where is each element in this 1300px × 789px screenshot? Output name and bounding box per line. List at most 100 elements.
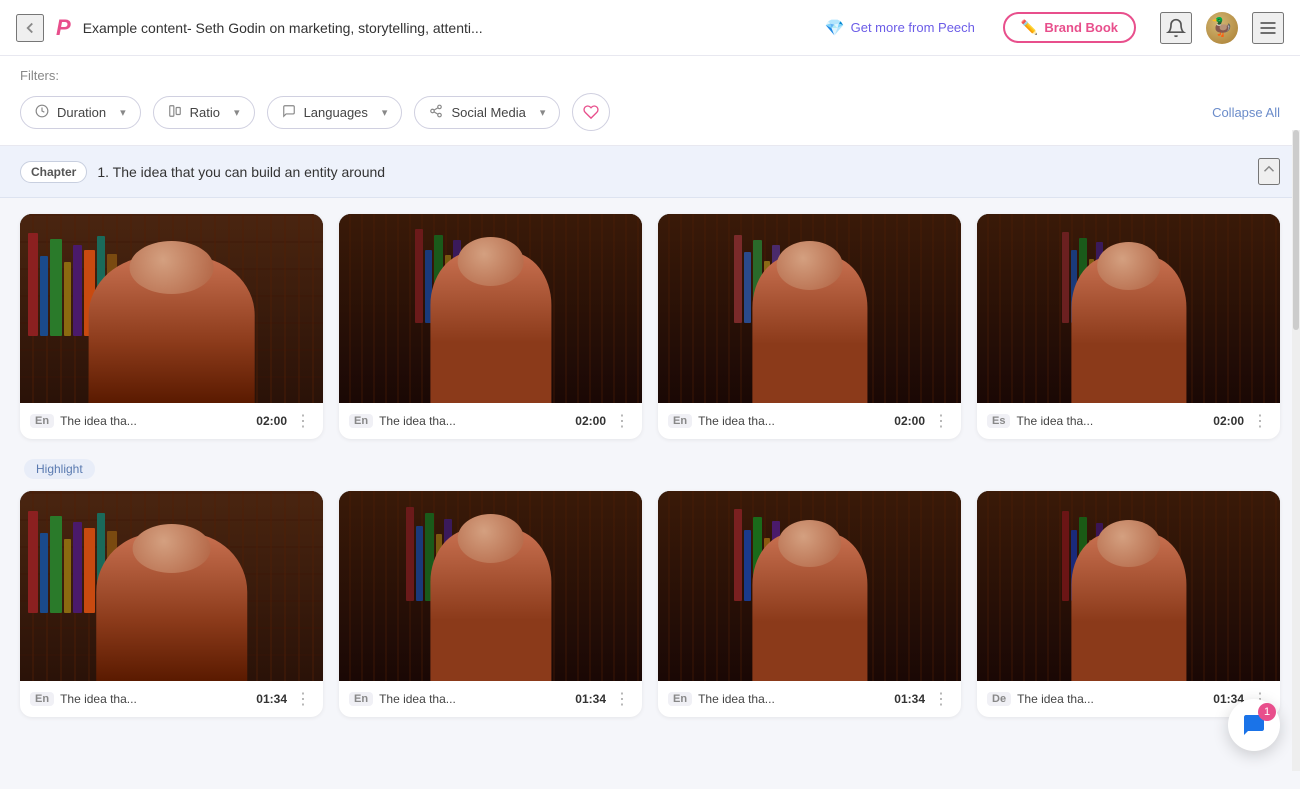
card-info: En The idea tha... 02:00 ⋮	[339, 403, 642, 439]
main-content: Chapter 1. The idea that you can build a…	[0, 146, 1300, 789]
video-card[interactable]: En The idea tha... 02:00 ⋮	[339, 214, 642, 439]
card-title: The idea tha...	[698, 692, 888, 706]
card-duration: 01:34	[575, 692, 606, 706]
card-language: En	[668, 692, 692, 706]
chapter-header: Chapter 1. The idea that you can build a…	[0, 146, 1300, 198]
card-duration: 02:00	[894, 414, 925, 428]
card-duration: 02:00	[256, 414, 287, 428]
video-card[interactable]: De The idea tha... 01:34 ⋮	[977, 491, 1280, 716]
scrollbar-thumb[interactable]	[1293, 130, 1299, 330]
card-info: En The idea tha... 01:34 ⋮	[339, 681, 642, 717]
video-card[interactable]: En The idea tha... 02:00 ⋮	[20, 214, 323, 439]
card-thumbnail	[658, 214, 961, 403]
card-info: En The idea tha... 01:34 ⋮	[20, 681, 323, 717]
card-title: The idea tha...	[379, 414, 569, 428]
card-title: The idea tha...	[379, 692, 569, 706]
chevron-down-icon: ▾	[540, 106, 546, 119]
filters-bar: Filters: Duration ▾ Ratio ▾	[0, 56, 1300, 146]
highlight-badge: Highlight	[24, 459, 95, 479]
ratio-filter[interactable]: Ratio ▾	[153, 96, 255, 129]
duration-label: Duration	[57, 105, 106, 120]
pencil-icon: ✏️	[1021, 19, 1038, 36]
card-info: En The idea tha... 01:34 ⋮	[658, 681, 961, 717]
ratio-label: Ratio	[190, 105, 220, 120]
filters-label: Filters:	[20, 68, 1280, 83]
card-language: En	[668, 414, 692, 428]
card-thumbnail	[658, 491, 961, 680]
card-language: En	[349, 692, 373, 706]
favorites-filter[interactable]	[572, 93, 610, 131]
header-icons: 🦆	[1160, 12, 1284, 44]
brand-book-label: Brand Book	[1044, 20, 1118, 35]
collapse-all-button[interactable]: Collapse All	[1212, 105, 1280, 120]
card-thumbnail	[20, 214, 323, 403]
card-menu-button[interactable]: ⋮	[931, 411, 951, 431]
share-icon	[429, 104, 443, 121]
notification-button[interactable]	[1160, 12, 1192, 44]
cards-section-highlight: En The idea tha... 01:34 ⋮	[0, 487, 1300, 732]
ratio-icon	[168, 104, 182, 121]
video-card[interactable]: Es The idea tha... 02:00 ⋮	[977, 214, 1280, 439]
card-language: En	[349, 414, 373, 428]
card-info: En The idea tha... 02:00 ⋮	[20, 403, 323, 439]
card-menu-button[interactable]: ⋮	[612, 411, 632, 431]
page-title: Example content- Seth Godin on marketing…	[83, 20, 813, 36]
diamond-icon: 💎	[825, 18, 845, 38]
avatar[interactable]: 🦆	[1206, 12, 1238, 44]
card-thumbnail	[339, 214, 642, 403]
card-thumbnail	[20, 491, 323, 680]
clock-icon	[35, 104, 49, 121]
card-menu-button[interactable]: ⋮	[1250, 411, 1270, 431]
speech-icon	[282, 104, 296, 121]
card-menu-button[interactable]: ⋮	[931, 689, 951, 709]
card-title: The idea tha...	[60, 414, 250, 428]
card-title: The idea tha...	[1016, 414, 1207, 428]
chapter-title: 1. The idea that you can build an entity…	[97, 164, 1248, 180]
cards-grid-row2: En The idea tha... 01:34 ⋮	[20, 491, 1280, 716]
app-logo: P	[56, 15, 71, 41]
cards-section-chapter: En The idea tha... 02:00 ⋮	[0, 198, 1300, 455]
chat-fab-button[interactable]: 1	[1228, 699, 1280, 751]
card-thumbnail	[977, 491, 1280, 680]
app-header: P Example content- Seth Godin on marketi…	[0, 0, 1300, 56]
card-info: En The idea tha... 02:00 ⋮	[658, 403, 961, 439]
chapter-badge: Chapter	[20, 161, 87, 183]
social-media-filter[interactable]: Social Media ▾	[414, 96, 560, 129]
filters-row: Duration ▾ Ratio ▾ Languages ▾	[20, 93, 1280, 131]
video-card[interactable]: En The idea tha... 01:34 ⋮	[339, 491, 642, 716]
cards-grid-row1: En The idea tha... 02:00 ⋮	[20, 214, 1280, 439]
card-info: Es The idea tha... 02:00 ⋮	[977, 403, 1280, 439]
card-menu-button[interactable]: ⋮	[612, 689, 632, 709]
card-language: De	[987, 692, 1011, 706]
highlight-section: Highlight	[0, 455, 1300, 487]
card-title: The idea tha...	[1017, 692, 1207, 706]
chevron-down-icon: ▾	[234, 106, 240, 119]
scrollbar-track[interactable]	[1292, 130, 1300, 771]
card-menu-button[interactable]: ⋮	[293, 689, 313, 709]
languages-filter[interactable]: Languages ▾	[267, 96, 403, 129]
chapter-collapse-button[interactable]	[1258, 158, 1280, 185]
languages-label: Languages	[304, 105, 368, 120]
card-thumbnail	[977, 214, 1280, 403]
card-duration: 01:34	[256, 692, 287, 706]
video-card[interactable]: En The idea tha... 02:00 ⋮	[658, 214, 961, 439]
promo-area: 💎 Get more from Peech	[825, 18, 975, 38]
card-menu-button[interactable]: ⋮	[293, 411, 313, 431]
card-duration: 01:34	[894, 692, 925, 706]
promo-text: Get more from Peech	[851, 20, 975, 35]
menu-button[interactable]	[1252, 12, 1284, 44]
card-thumbnail	[339, 491, 642, 680]
social-media-label: Social Media	[451, 105, 525, 120]
card-duration: 02:00	[575, 414, 606, 428]
video-card[interactable]: En The idea tha... 01:34 ⋮	[658, 491, 961, 716]
brand-book-button[interactable]: ✏️ Brand Book	[1003, 12, 1136, 43]
duration-filter[interactable]: Duration ▾	[20, 96, 141, 129]
card-language: Es	[987, 414, 1010, 428]
video-card[interactable]: En The idea tha... 01:34 ⋮	[20, 491, 323, 716]
card-duration: 02:00	[1213, 414, 1244, 428]
chevron-down-icon: ▾	[120, 106, 126, 119]
back-button[interactable]	[16, 14, 44, 42]
card-language: En	[30, 692, 54, 706]
card-language: En	[30, 414, 54, 428]
card-title: The idea tha...	[698, 414, 888, 428]
